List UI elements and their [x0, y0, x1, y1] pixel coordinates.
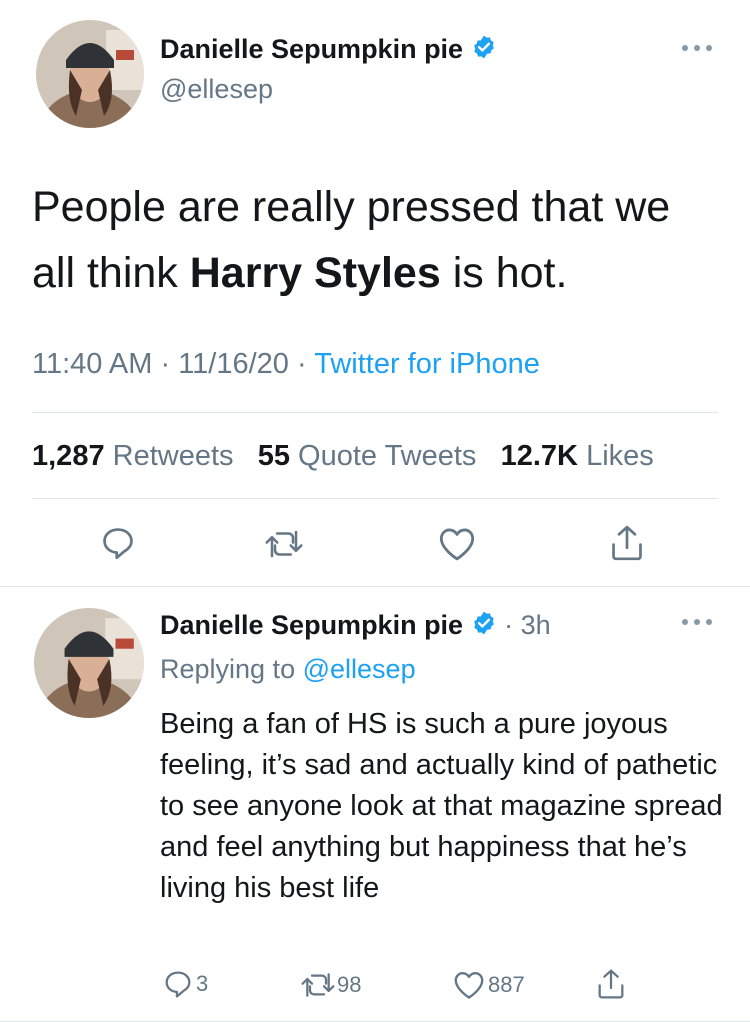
retweets-stat[interactable]: 1,287 Retweets [32, 440, 234, 472]
reply-age[interactable]: 3h [521, 610, 551, 640]
reply-reply-button[interactable]: 3 [162, 968, 208, 1000]
likes-stat[interactable]: 12.7K Likes [501, 440, 654, 472]
reply-like-button[interactable]: 887 [452, 969, 525, 1001]
likes-count: 12.7K [500, 440, 578, 472]
divider [32, 412, 718, 413]
author-name-row[interactable]: Danielle Sepumpkin pie [160, 34, 497, 67]
tweet-source-link[interactable]: Twitter for iPhone [314, 348, 540, 380]
replying-prefix: Replying to [160, 654, 296, 684]
tweet-date[interactable]: 11/16/20 [178, 348, 289, 380]
tweet-meta: 11:40 AM · 11/16/20 · Twitter for iPhone [32, 348, 540, 381]
reply-count: 3 [196, 971, 209, 996]
reply-retweet-button[interactable]: 98 [300, 969, 361, 1001]
meta-separator: · [160, 348, 171, 380]
share-icon[interactable] [595, 966, 627, 1002]
verified-badge-icon [471, 34, 497, 67]
divider [32, 498, 718, 499]
quotes-count: 55 [257, 440, 290, 472]
heart-icon [452, 969, 486, 1001]
reply-icon [162, 968, 194, 1000]
more-icon[interactable] [680, 36, 714, 59]
reply-author-row: Danielle Sepumpkin pie · 3h [160, 610, 551, 643]
reply-author-avatar[interactable] [34, 608, 144, 718]
verified-badge-icon [471, 610, 497, 643]
divider [0, 586, 750, 587]
tweet-text: People are really pressed that we all th… [32, 174, 722, 306]
share-icon[interactable] [608, 522, 646, 564]
tweet-text-part2: is hot. [440, 249, 568, 297]
reply-author-name[interactable]: Danielle Sepumpkin pie [160, 610, 463, 640]
retweet-icon [300, 969, 336, 1001]
meta-separator: · [296, 348, 307, 380]
reply-dot: · [504, 610, 514, 640]
reply-text: Being a fan of HS is such a pure joyous … [160, 708, 723, 904]
author-name[interactable]: Danielle Sepumpkin pie [160, 34, 463, 64]
retweets-label: Retweets [112, 440, 234, 472]
retweet-icon[interactable] [264, 526, 304, 562]
retweet-count: 98 [337, 972, 362, 997]
like-count: 887 [488, 972, 525, 997]
retweets-count: 1,287 [32, 440, 105, 472]
heart-icon[interactable] [437, 525, 477, 563]
quotes-stat[interactable]: 55 Quote Tweets [258, 440, 477, 472]
more-icon[interactable] [680, 614, 714, 632]
tweet-stats: 1,287 Retweets 55 Quote Tweets 12.7K Lik… [32, 440, 654, 473]
reply-icon[interactable] [99, 524, 137, 562]
quotes-label: Quote Tweets [298, 440, 477, 472]
tweet-text-bold: Harry Styles [189, 249, 441, 297]
replying-to: Replying to @ellesep [160, 654, 416, 685]
tweet-time[interactable]: 11:40 AM [32, 348, 152, 380]
author-handle[interactable]: @ellesep [160, 74, 273, 105]
author-avatar[interactable] [36, 20, 144, 128]
likes-label: Likes [586, 440, 654, 472]
replying-handle-link[interactable]: @ellesep [303, 654, 416, 684]
